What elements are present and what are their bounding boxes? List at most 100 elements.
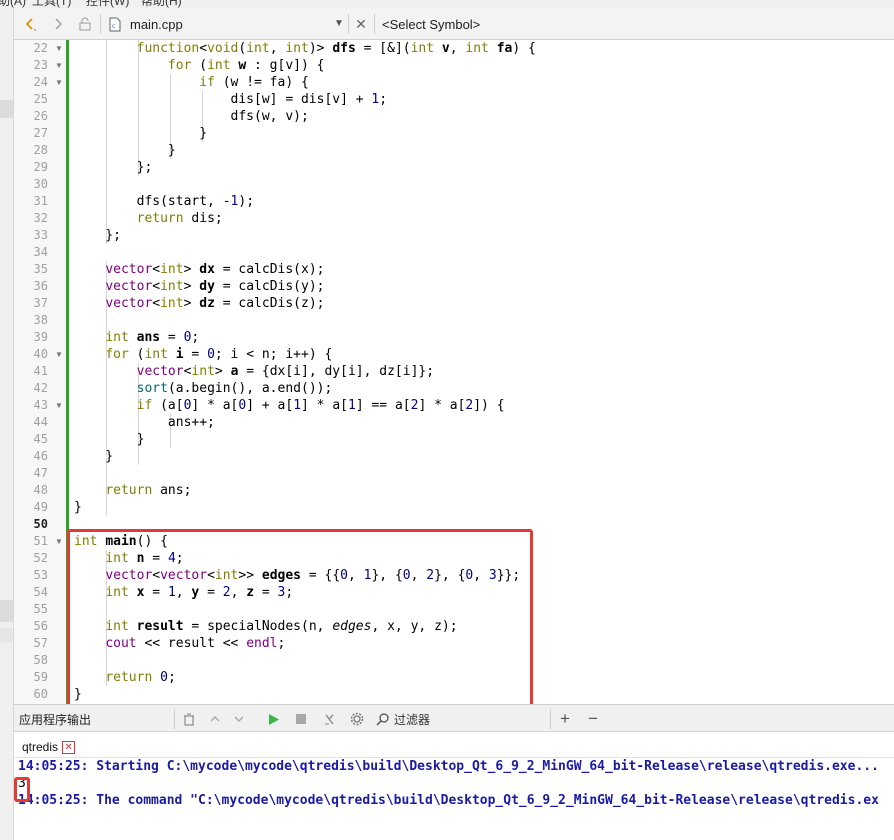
code-line[interactable] bbox=[74, 465, 536, 482]
code-line[interactable]: dis[w] = dis[v] + 1; bbox=[74, 91, 536, 108]
menu-item-help[interactable]: 帮助(H) bbox=[141, 0, 182, 8]
symbol-selector[interactable]: <Select Symbol> bbox=[382, 17, 480, 32]
file-dropdown-icon[interactable]: ▼ bbox=[334, 18, 344, 29]
code-line[interactable]: return dis; bbox=[74, 210, 536, 227]
line-number: 49 bbox=[33, 500, 48, 514]
code-line[interactable]: dfs(w, v); bbox=[74, 108, 536, 125]
lock-icon[interactable] bbox=[76, 14, 94, 34]
line-number: 36 bbox=[33, 279, 48, 293]
code-line[interactable]: sort(a.begin(), a.end()); bbox=[74, 380, 536, 397]
rail-block[interactable] bbox=[0, 628, 13, 642]
menu-item-help-a[interactable]: 助(A) bbox=[0, 0, 26, 8]
line-number: 50 bbox=[33, 517, 48, 531]
down-icon[interactable] bbox=[230, 710, 248, 728]
fold-arrow-icon[interactable]: ▼ bbox=[54, 397, 64, 414]
line-number: 33 bbox=[33, 228, 48, 242]
code-line[interactable]: for (int i = 0; i < n; i++) { bbox=[74, 346, 536, 363]
code-line[interactable]: }; bbox=[74, 159, 536, 176]
code-line[interactable]: } bbox=[74, 431, 536, 448]
line-number: 24 bbox=[33, 75, 48, 89]
fold-arrow-icon[interactable]: ▼ bbox=[54, 57, 64, 74]
line-number-gutter: 22 23 24 25 26 27 28 29 30 31 32 33 34 35 36 37 38 39 40 41… bbox=[14, 40, 70, 704]
back-arrow-icon[interactable] bbox=[20, 14, 40, 34]
rail-block[interactable] bbox=[0, 100, 13, 118]
code-line[interactable]: } bbox=[74, 448, 536, 465]
code-line[interactable]: } bbox=[74, 142, 536, 159]
line-number: 26 bbox=[33, 109, 48, 123]
fold-arrow-icon[interactable]: ▼ bbox=[54, 346, 64, 363]
code-line[interactable]: ans++; bbox=[74, 414, 536, 431]
code-line[interactable]: vector<int> dx = calcDis(x); bbox=[74, 261, 536, 278]
code-line[interactable] bbox=[74, 176, 536, 193]
code-line[interactable]: if (a[0] * a[0] + a[1] * a[1] == a[2] * … bbox=[74, 397, 536, 414]
line-number: 54 bbox=[33, 585, 48, 599]
line-number: 22 bbox=[33, 41, 48, 55]
code-line[interactable]: } bbox=[74, 125, 536, 142]
code-line[interactable]: vector<int> dy = calcDis(y); bbox=[74, 278, 536, 295]
fold-arrow-icon[interactable]: ▼ bbox=[54, 533, 64, 550]
code-line[interactable]: function<void(int, int)> dfs = [&](int v… bbox=[74, 40, 536, 57]
menu-item-tools[interactable]: 工具(T) bbox=[32, 0, 71, 8]
tab-close-icon[interactable]: ✕ bbox=[62, 740, 76, 754]
output-pane-toolbar: 应用程序输出 过滤器 + − bbox=[14, 704, 894, 732]
result-highlight-box bbox=[14, 777, 30, 802]
run-icon[interactable] bbox=[264, 710, 282, 728]
clean-icon[interactable] bbox=[320, 710, 338, 728]
code-line[interactable]: if (w != fa) { bbox=[74, 74, 536, 91]
menu-item-controls[interactable]: 控件(W) bbox=[86, 0, 129, 8]
plus-icon[interactable]: + bbox=[556, 709, 574, 728]
code-line[interactable]: return ans; bbox=[74, 482, 536, 499]
editor-toolbar: c main.cpp ▼ ✕ <Select Symbol> bbox=[14, 8, 894, 40]
code-line[interactable]: int ans = 0; bbox=[74, 329, 536, 346]
tab-qtredis[interactable]: qtredis ✕ bbox=[22, 736, 76, 758]
clear-icon[interactable] bbox=[180, 710, 198, 728]
line-number: 23 bbox=[33, 58, 48, 72]
code-line[interactable]: dfs(start, -1); bbox=[74, 193, 536, 210]
stop-icon[interactable] bbox=[292, 710, 310, 728]
code-line[interactable] bbox=[74, 244, 536, 261]
application-output[interactable]: 14:05:25: Starting C:\mycode\mycode\qtre… bbox=[14, 758, 894, 840]
code-line[interactable]: }; bbox=[74, 227, 536, 244]
up-icon[interactable] bbox=[206, 710, 224, 728]
line-number: 27 bbox=[33, 126, 48, 140]
fold-arrow-icon[interactable]: ▼ bbox=[54, 74, 64, 91]
code-line[interactable]: vector<int> a = {dx[i], dy[i], dz[i]}; bbox=[74, 363, 536, 380]
rail-block[interactable] bbox=[0, 600, 13, 622]
line-number: 38 bbox=[33, 313, 48, 327]
line-number: 55 bbox=[33, 602, 48, 616]
tab-label: qtredis bbox=[22, 740, 59, 754]
fold-arrow-icon[interactable]: ▼ bbox=[54, 40, 64, 57]
code-line[interactable]: for (int w : g[v]) { bbox=[74, 57, 536, 74]
line-number: 35 bbox=[33, 262, 48, 276]
line-number: 46 bbox=[33, 449, 48, 463]
code-line[interactable]: } bbox=[74, 499, 536, 516]
close-icon[interactable]: ✕ bbox=[352, 14, 370, 34]
left-dock-strip bbox=[0, 704, 14, 840]
filter-input[interactable]: 过滤器 bbox=[376, 709, 546, 729]
menu-bar: 助(A) 工具(T) 控件(W) 帮助(H) bbox=[0, 0, 894, 8]
line-number: 31 bbox=[33, 194, 48, 208]
line-number: 53 bbox=[33, 568, 48, 582]
line-number: 58 bbox=[33, 653, 48, 667]
code-line[interactable]: vector<int> dz = calcDis(z); bbox=[74, 295, 536, 312]
file-name[interactable]: main.cpp bbox=[130, 17, 183, 32]
forward-arrow-icon[interactable] bbox=[48, 14, 68, 34]
code-line[interactable] bbox=[74, 312, 536, 329]
minus-icon[interactable]: − bbox=[584, 709, 602, 728]
settings-icon[interactable] bbox=[348, 710, 366, 728]
line-number: 40 bbox=[33, 347, 48, 361]
line-number: 30 bbox=[33, 177, 48, 191]
